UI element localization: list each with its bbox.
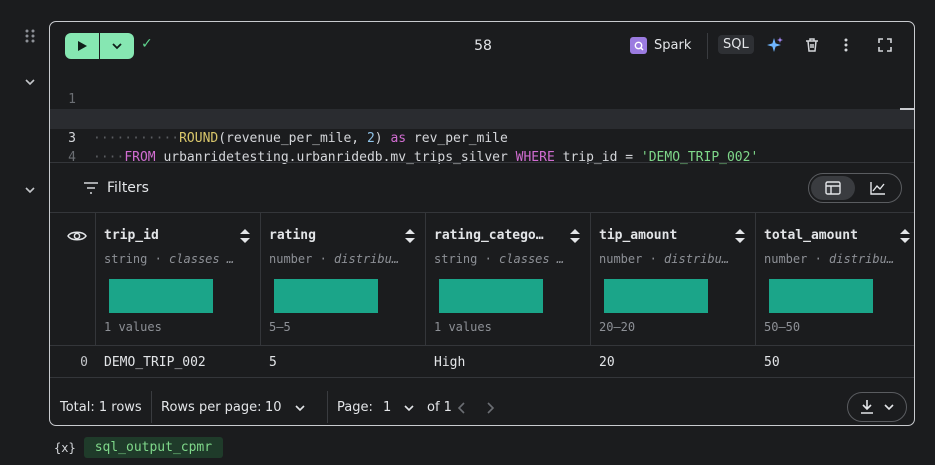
column-type: string · classes … bbox=[434, 252, 565, 266]
engine-label: Spark bbox=[654, 38, 692, 53]
column-type: string · classes … bbox=[104, 252, 235, 266]
sort-icon[interactable] bbox=[899, 228, 911, 248]
notebook-cell: ✓ 58 Spark SQL 1 SELECT trip_id, rating,… bbox=[49, 21, 915, 426]
output-divider bbox=[50, 162, 914, 163]
rows-per-page-label: Rows per page: bbox=[161, 400, 262, 415]
rows-per-page-value: 10 bbox=[265, 400, 282, 415]
expand-icon[interactable] bbox=[876, 36, 894, 54]
page-select[interactable]: 1 bbox=[383, 400, 415, 415]
table-view-button[interactable] bbox=[811, 176, 855, 200]
table-footer-divider bbox=[50, 377, 914, 378]
download-icon bbox=[861, 400, 873, 414]
previous-page-icon[interactable] bbox=[457, 402, 467, 418]
language-badge[interactable]: SQL bbox=[718, 35, 754, 54]
download-button[interactable] bbox=[847, 392, 907, 422]
filter-icon bbox=[84, 182, 98, 194]
code-line-text: ····FROM urbanridetesting.urbanridedb.mv… bbox=[93, 150, 759, 165]
histogram-bar bbox=[439, 279, 543, 313]
page-value: 1 bbox=[383, 400, 392, 415]
rows-per-page-select[interactable]: 10 bbox=[265, 400, 306, 415]
footer-divider bbox=[327, 391, 328, 423]
sql-code-editor[interactable]: 1 SELECT trip_id, rating, rating_categor… bbox=[50, 70, 914, 165]
histogram-bar bbox=[769, 279, 873, 313]
column-summary: 5–5 bbox=[269, 320, 291, 334]
next-page-icon[interactable] bbox=[485, 402, 495, 418]
scroll-indicator bbox=[900, 108, 914, 110]
column-header-tip-amount[interactable]: tip_amount number · distribu… 20–20 bbox=[590, 212, 755, 345]
table-cell[interactable]: 50 bbox=[764, 355, 780, 370]
line-chart-icon bbox=[870, 182, 885, 195]
output-variable[interactable]: {x} sql_output_cpmr bbox=[54, 437, 224, 458]
total-rows: Total: 1 rows bbox=[60, 400, 142, 415]
spark-icon bbox=[630, 37, 647, 54]
sort-icon[interactable] bbox=[734, 228, 746, 248]
collapse-code-chevron-icon[interactable] bbox=[24, 76, 36, 92]
chevron-down-icon bbox=[884, 404, 894, 411]
cell-execution-count: 58 bbox=[474, 38, 492, 54]
row-index: 0 bbox=[80, 355, 88, 370]
table-cell[interactable]: DEMO_TRIP_002 bbox=[104, 355, 206, 370]
column-visibility-eye-icon[interactable] bbox=[67, 229, 87, 247]
table-cell[interactable]: 5 bbox=[269, 355, 277, 370]
column-name: rating_catego… bbox=[434, 228, 544, 243]
delete-icon[interactable] bbox=[803, 36, 821, 54]
chart-view-button[interactable] bbox=[857, 176, 899, 200]
column-summary: 50–50 bbox=[764, 320, 801, 334]
view-toggle bbox=[808, 173, 902, 203]
table-cell[interactable]: High bbox=[434, 355, 465, 370]
chevron-down-icon bbox=[404, 404, 414, 411]
column-header-rating-category[interactable]: rating_catego… string · classes … 1 valu… bbox=[425, 212, 590, 345]
column-header-rating[interactable]: rating number · distribu… 5–5 bbox=[260, 212, 425, 345]
table-cell[interactable]: 20 bbox=[599, 355, 615, 370]
variable-icon: {x} bbox=[54, 440, 76, 455]
column-type: number · distribu… bbox=[269, 252, 400, 266]
toolbar-divider bbox=[707, 33, 708, 59]
filters-label: Filters bbox=[107, 180, 149, 196]
table-row-divider bbox=[50, 345, 914, 346]
column-name: tip_amount bbox=[599, 228, 678, 243]
column-header-trip-id[interactable]: trip_id string · classes … 1 values bbox=[95, 212, 260, 345]
footer-divider bbox=[151, 391, 152, 423]
line-number: 4 bbox=[68, 150, 76, 165]
code-line: 1 SELECT trip_id, rating, rating_categor… bbox=[50, 70, 914, 127]
column-name: trip_id bbox=[104, 228, 159, 243]
column-name: total_amount bbox=[764, 228, 858, 243]
ai-sparkle-icon[interactable] bbox=[766, 36, 784, 54]
column-summary: 1 values bbox=[434, 320, 492, 334]
page-label: Page: bbox=[337, 400, 373, 415]
filters-button[interactable]: Filters bbox=[83, 180, 149, 196]
histogram-bar bbox=[109, 279, 213, 313]
code-line: 2 ···········ROUND(revenue_per_mile, 2) … bbox=[50, 90, 914, 146]
sort-icon[interactable] bbox=[404, 228, 416, 248]
collapse-output-chevron-icon[interactable] bbox=[24, 184, 36, 200]
column-header-total-amount[interactable]: total_amount number · distribu… 50–50 bbox=[755, 212, 914, 345]
table-icon bbox=[825, 181, 841, 195]
histogram-bar bbox=[604, 279, 708, 313]
drag-handle-icon[interactable] bbox=[24, 28, 36, 48]
column-name: rating bbox=[269, 228, 316, 243]
column-summary: 20–20 bbox=[599, 320, 636, 334]
chevron-down-icon bbox=[294, 404, 305, 411]
code-line: 4 bbox=[50, 129, 914, 165]
more-options-icon[interactable] bbox=[837, 36, 855, 54]
column-summary: 1 values bbox=[104, 320, 162, 334]
sort-icon[interactable] bbox=[239, 228, 251, 248]
code-line-current: 3 ····FROM urbanridetesting.urbanridedb.… bbox=[50, 109, 914, 165]
engine-selector[interactable]: Spark bbox=[630, 37, 691, 54]
sort-icon[interactable] bbox=[569, 228, 581, 248]
histogram-bar bbox=[274, 279, 378, 313]
variable-name[interactable]: sql_output_cpmr bbox=[83, 437, 224, 458]
column-type: number · distribu… bbox=[764, 252, 895, 266]
page-count: of 1 bbox=[427, 400, 452, 415]
column-type: number · distribu… bbox=[599, 252, 730, 266]
